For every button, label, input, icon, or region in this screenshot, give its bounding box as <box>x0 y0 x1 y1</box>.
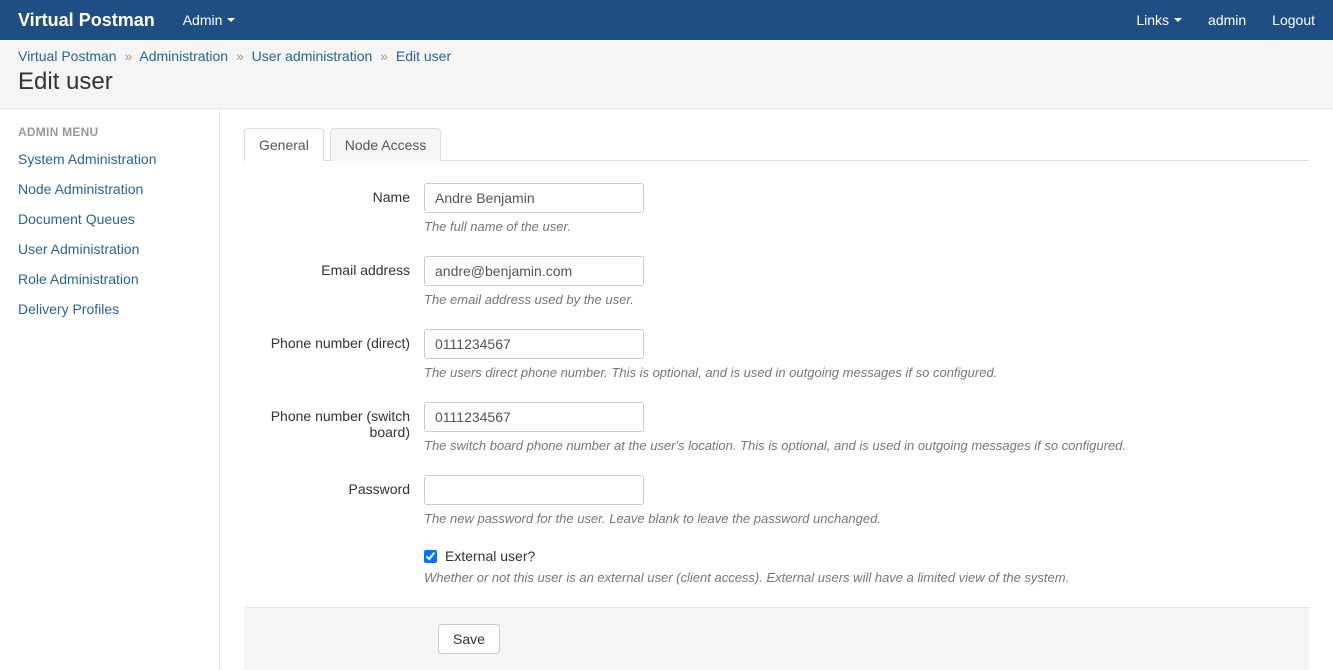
phone-switch-input[interactable] <box>424 402 644 432</box>
form-row-external: External user? Whether or not this user … <box>244 548 1309 585</box>
subheader: Virtual Postman » Administration » User … <box>0 40 1333 109</box>
content: General Node Access Name The full name o… <box>220 109 1333 670</box>
breadcrumb-link[interactable]: Administration <box>139 48 228 64</box>
sidebar-item-role-administration[interactable]: Role Administration <box>18 271 201 287</box>
layout: ADMIN MENU System Administration Node Ad… <box>0 109 1333 670</box>
sidebar-item-user-administration[interactable]: User Administration <box>18 241 201 257</box>
caret-down-icon <box>227 18 235 22</box>
external-spacer <box>244 548 424 585</box>
brand[interactable]: Virtual Postman <box>18 10 155 31</box>
external-help: Whether or not this user is an external … <box>424 570 1309 585</box>
save-button[interactable]: Save <box>438 624 500 654</box>
email-label: Email address <box>244 256 424 307</box>
sidebar-header: ADMIN MENU <box>18 125 201 139</box>
phone-direct-input[interactable] <box>424 329 644 359</box>
password-help: The new password for the user. Leave bla… <box>424 511 1309 526</box>
navbar-left: Virtual Postman Admin <box>18 10 235 31</box>
breadcrumb-link[interactable]: Virtual Postman <box>18 48 117 64</box>
tab-general[interactable]: General <box>244 128 324 161</box>
admin-dropdown-label: Admin <box>183 12 223 28</box>
breadcrumb: Virtual Postman » Administration » User … <box>18 48 1315 64</box>
breadcrumb-sep: » <box>380 48 388 64</box>
page-title: Edit user <box>18 68 1315 96</box>
name-help: The full name of the user. <box>424 219 1309 234</box>
admin-dropdown[interactable]: Admin <box>183 12 236 28</box>
tabs: General Node Access <box>244 127 1309 161</box>
external-checkbox[interactable] <box>424 550 437 563</box>
tab-node-access[interactable]: Node Access <box>330 128 442 161</box>
phone-switch-label: Phone number (switch board) <box>244 402 424 453</box>
name-input[interactable] <box>424 183 644 213</box>
breadcrumb-sep: » <box>124 48 132 64</box>
phone-direct-label: Phone number (direct) <box>244 329 424 380</box>
sidebar-item-system-administration[interactable]: System Administration <box>18 151 201 167</box>
password-label: Password <box>244 475 424 526</box>
breadcrumb-sep: » <box>236 48 244 64</box>
sidebar-item-node-administration[interactable]: Node Administration <box>18 181 201 197</box>
name-label: Name <box>244 183 424 234</box>
email-help: The email address used by the user. <box>424 292 1309 307</box>
navbar-right: Links admin Logout <box>1136 12 1315 28</box>
links-dropdown-label: Links <box>1136 12 1169 28</box>
navbar-user[interactable]: admin <box>1208 12 1246 28</box>
form-row-name: Name The full name of the user. <box>244 183 1309 234</box>
links-dropdown[interactable]: Links <box>1136 12 1182 28</box>
form-row-email: Email address The email address used by … <box>244 256 1309 307</box>
breadcrumb-link[interactable]: User administration <box>252 48 373 64</box>
form-row-phone-direct: Phone number (direct) The users direct p… <box>244 329 1309 380</box>
sidebar: ADMIN MENU System Administration Node Ad… <box>0 109 220 670</box>
external-label: External user? <box>445 548 535 564</box>
sidebar-item-delivery-profiles[interactable]: Delivery Profiles <box>18 301 201 317</box>
logout-link[interactable]: Logout <box>1272 12 1315 28</box>
caret-down-icon <box>1174 18 1182 22</box>
form-footer: Save <box>244 607 1309 670</box>
form-row-password: Password The new password for the user. … <box>244 475 1309 526</box>
phone-direct-help: The users direct phone number. This is o… <box>424 365 1309 380</box>
password-input[interactable] <box>424 475 644 505</box>
breadcrumb-current: Edit user <box>396 48 451 64</box>
form-row-phone-switch: Phone number (switch board) The switch b… <box>244 402 1309 453</box>
navbar: Virtual Postman Admin Links admin Logout <box>0 0 1333 40</box>
phone-switch-help: The switch board phone number at the use… <box>424 438 1309 453</box>
email-input[interactable] <box>424 256 644 286</box>
sidebar-item-document-queues[interactable]: Document Queues <box>18 211 201 227</box>
